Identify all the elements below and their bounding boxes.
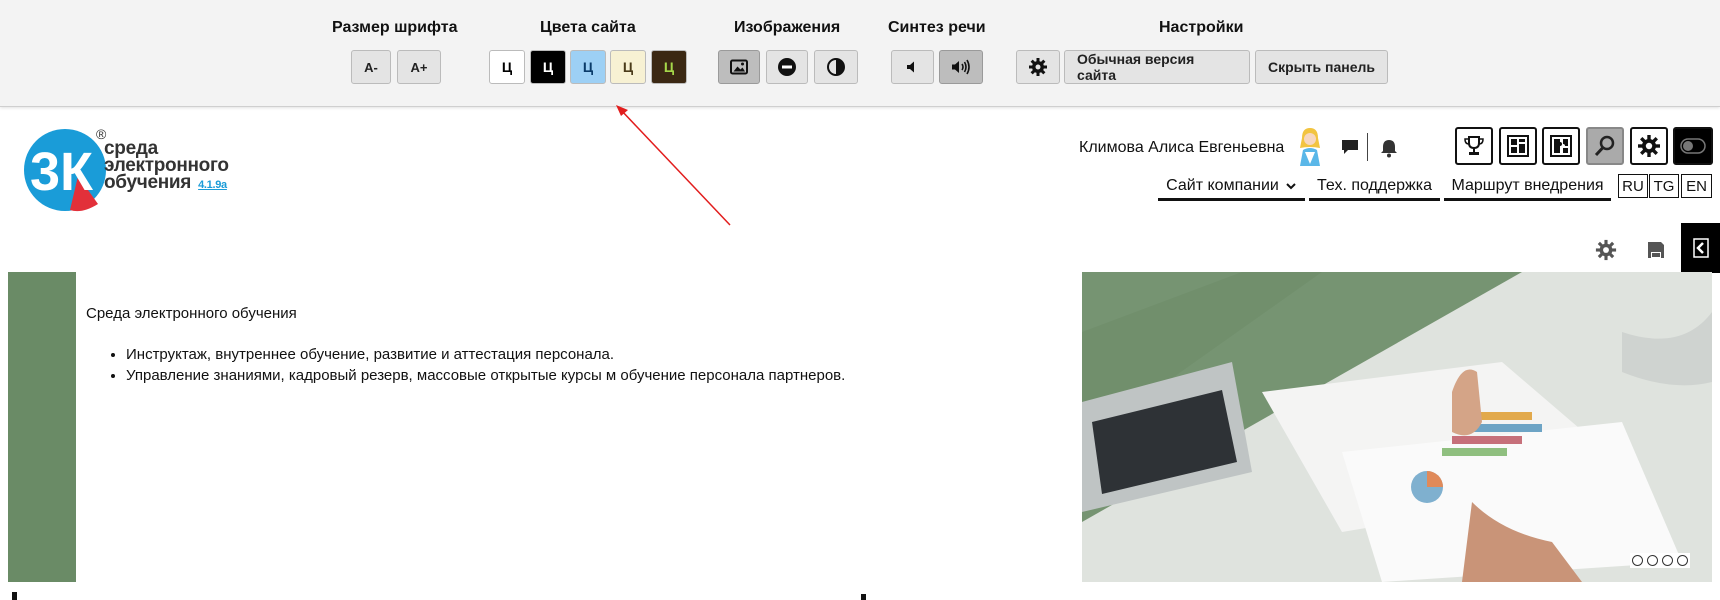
image-icon xyxy=(730,59,748,75)
slider-dot[interactable] xyxy=(1662,555,1673,566)
accessibility-panel: Размер шрифта A- A+ Цвета сайта Ц Ц Ц Ц … xyxy=(0,0,1720,107)
speaker-icon xyxy=(906,61,914,73)
gear-icon xyxy=(1638,135,1660,157)
nav-company-site[interactable]: Сайт компании xyxy=(1158,173,1305,201)
toggle-icon xyxy=(1680,138,1706,154)
lang-en[interactable]: EN xyxy=(1681,174,1712,198)
speech-off-button[interactable] xyxy=(891,50,934,84)
color-swatch-label: Ц xyxy=(582,59,594,75)
slider-dots xyxy=(1630,553,1690,568)
achievements-button[interactable] xyxy=(1455,127,1493,165)
contrast-icon xyxy=(827,58,845,76)
nav-label: Маршрут внедрения xyxy=(1451,176,1604,194)
speech-on-button[interactable] xyxy=(939,50,983,84)
slider-dot[interactable] xyxy=(1647,555,1658,566)
lang-ru[interactable]: RU xyxy=(1618,174,1648,198)
cut-off-marker xyxy=(12,592,17,600)
color-scheme-beige-button[interactable]: Ц xyxy=(610,50,646,84)
images-title: Изображения xyxy=(734,19,841,36)
nav-implementation-route[interactable]: Маршрут внедрения xyxy=(1444,173,1611,201)
cut-off-marker xyxy=(861,594,866,600)
chat-icon xyxy=(1342,140,1358,154)
logo-version[interactable]: 4.1.9a xyxy=(198,179,227,191)
notifications-button[interactable] xyxy=(1378,137,1400,159)
widget-settings-button[interactable] xyxy=(1594,238,1618,262)
trophy-icon xyxy=(1464,136,1484,155)
font-increase-button[interactable]: A+ xyxy=(397,50,441,84)
site-colors-title: Цвета сайта xyxy=(540,19,636,36)
settings-button[interactable] xyxy=(1630,127,1668,165)
color-swatch-label: Ц xyxy=(542,59,554,75)
annotation-arrow xyxy=(616,105,731,226)
minus-circle-icon xyxy=(778,58,796,76)
color-swatch-label: Ц xyxy=(622,59,634,75)
dashboard-button[interactable] xyxy=(1499,127,1537,165)
slider-dot[interactable] xyxy=(1677,555,1688,566)
bell-icon xyxy=(1381,140,1397,158)
search-icon xyxy=(1594,135,1615,157)
color-scheme-black-button[interactable]: Ц xyxy=(530,50,566,84)
nav-tech-support[interactable]: Тех. поддержка xyxy=(1309,173,1440,201)
save-icon xyxy=(1648,242,1664,258)
accent-bar xyxy=(8,272,76,582)
color-scheme-blue-button[interactable]: Ц xyxy=(570,50,606,84)
settings-title: Настройки xyxy=(1159,19,1244,36)
a11y-settings-button[interactable] xyxy=(1016,50,1060,84)
dashboard-icon xyxy=(1507,135,1529,157)
slider-dot[interactable] xyxy=(1632,555,1643,566)
nav-label: Тех. поддержка xyxy=(1317,176,1432,194)
speech-synthesis-title: Синтез речи xyxy=(888,19,986,36)
list-item: Инструктаж, внутреннее обучение, развити… xyxy=(126,344,845,365)
gear-icon xyxy=(1029,58,1047,76)
font-decrease-button[interactable]: A- xyxy=(351,50,391,84)
speaker-sound-icon xyxy=(952,59,970,75)
logo-mark-text: 3К xyxy=(30,142,94,202)
chevron-left-icon xyxy=(1692,238,1709,258)
hero-image xyxy=(1082,272,1712,582)
user-name[interactable]: Климова Алиса Евгеньевна xyxy=(1079,139,1284,157)
laptop-report-illustration xyxy=(1082,272,1712,582)
color-scheme-white-button[interactable]: Ц xyxy=(489,50,525,84)
color-scheme-brown-button[interactable]: Ц xyxy=(651,50,687,84)
save-button[interactable] xyxy=(1645,239,1667,261)
modules-button[interactable] xyxy=(1542,127,1580,165)
font-size-title: Размер шрифта xyxy=(332,19,458,36)
search-button[interactable] xyxy=(1586,127,1624,165)
gear-icon xyxy=(1595,239,1617,261)
avatar-icon xyxy=(1300,128,1320,166)
images-on-button[interactable] xyxy=(718,50,760,84)
logo[interactable]: 3К ® среда электронного обучения 4.1.9a xyxy=(22,126,232,212)
lang-tg[interactable]: TG xyxy=(1649,174,1679,198)
logo-text-line: обучения xyxy=(104,172,192,193)
list-item: Управление знаниями, кадровый резерв, ма… xyxy=(126,365,845,386)
sidebar-toggle-button[interactable] xyxy=(1681,223,1720,273)
user-avatar[interactable] xyxy=(1292,126,1328,166)
messages-button[interactable] xyxy=(1339,137,1361,157)
normal-version-button[interactable]: Обычная версия сайта xyxy=(1064,50,1250,84)
hide-panel-button[interactable]: Скрыть панель xyxy=(1255,50,1388,84)
theme-toggle-button[interactable] xyxy=(1673,127,1713,165)
color-swatch-label: Ц xyxy=(501,59,513,75)
images-grayscale-button[interactable] xyxy=(814,50,858,84)
intro-heading: Среда электронного обучения xyxy=(86,305,297,322)
puzzle-icon xyxy=(1550,135,1572,157)
feature-list: Инструктаж, внутреннее обучение, развити… xyxy=(86,344,845,386)
images-off-button[interactable] xyxy=(766,50,808,84)
divider xyxy=(1367,133,1368,161)
color-swatch-label: Ц xyxy=(663,59,675,75)
nav-label: Сайт компании xyxy=(1166,176,1279,194)
chevron-down-icon xyxy=(1286,182,1296,189)
